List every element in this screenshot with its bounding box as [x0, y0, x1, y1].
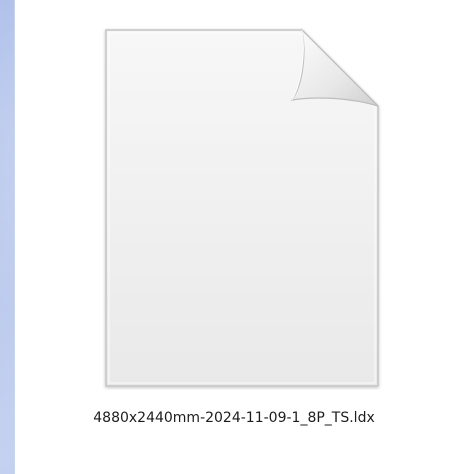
file-name-label[interactable]: 4880x2440mm-2024-11-09-1_8P_TS.ldx	[15, 410, 452, 426]
file-item[interactable]: 4880x2440mm-2024-11-09-1_8P_TS.ldx	[14, 0, 452, 474]
generic-document-icon[interactable]	[102, 26, 382, 390]
